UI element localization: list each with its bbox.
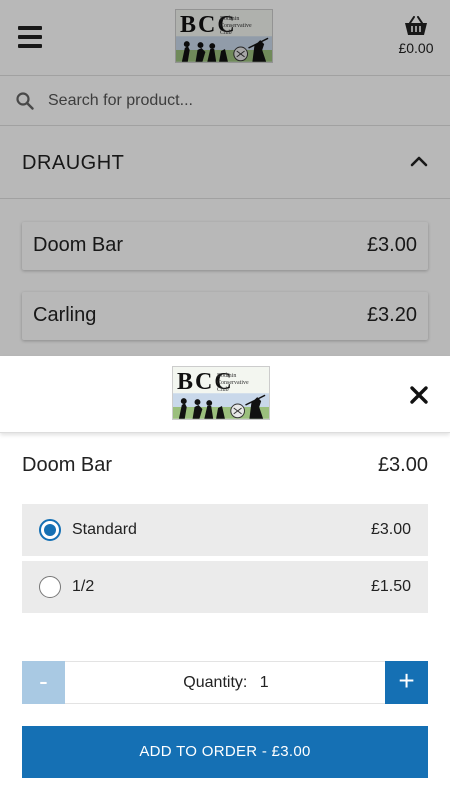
option-label: 1/2 (72, 578, 95, 595)
modal-logo: BCC Bodmin Conservative Club (172, 366, 270, 420)
logo-silhouettes (173, 393, 269, 419)
increase-quantity-button[interactable]: + (385, 661, 428, 704)
radio-button[interactable] (39, 576, 61, 598)
quantity-value: 1 (259, 674, 269, 691)
add-to-order-button[interactable]: ADD TO ORDER - £3.00 (22, 726, 428, 778)
quantity-display: Quantity: 1 (23, 674, 429, 692)
modal-item-name: Doom Bar (22, 454, 113, 476)
option-standard[interactable]: Standard £3.00 (22, 504, 428, 556)
quantity-stepper: - Quantity: 1 + (22, 661, 428, 704)
product-options-modal: BCC Bodmin Conservative Club Doom Bar £3… (0, 356, 450, 800)
quantity-label: Quantity: (183, 674, 248, 691)
modal-item-row: Doom Bar £3.00 (22, 454, 428, 482)
close-icon[interactable] (408, 384, 430, 406)
option-price: £1.50 (370, 578, 411, 595)
logo-subtitle: Bodmin Conservative Club (217, 373, 249, 393)
option-half[interactable]: 1/2 £1.50 (22, 561, 428, 613)
option-label: Standard (72, 521, 137, 538)
radio-button-selected[interactable] (39, 519, 61, 541)
option-price: £3.00 (370, 521, 411, 538)
modal-header: BCC Bodmin Conservative Club (0, 356, 450, 433)
modal-item-price: £3.00 (377, 454, 428, 476)
modal-backdrop[interactable] (0, 0, 450, 356)
